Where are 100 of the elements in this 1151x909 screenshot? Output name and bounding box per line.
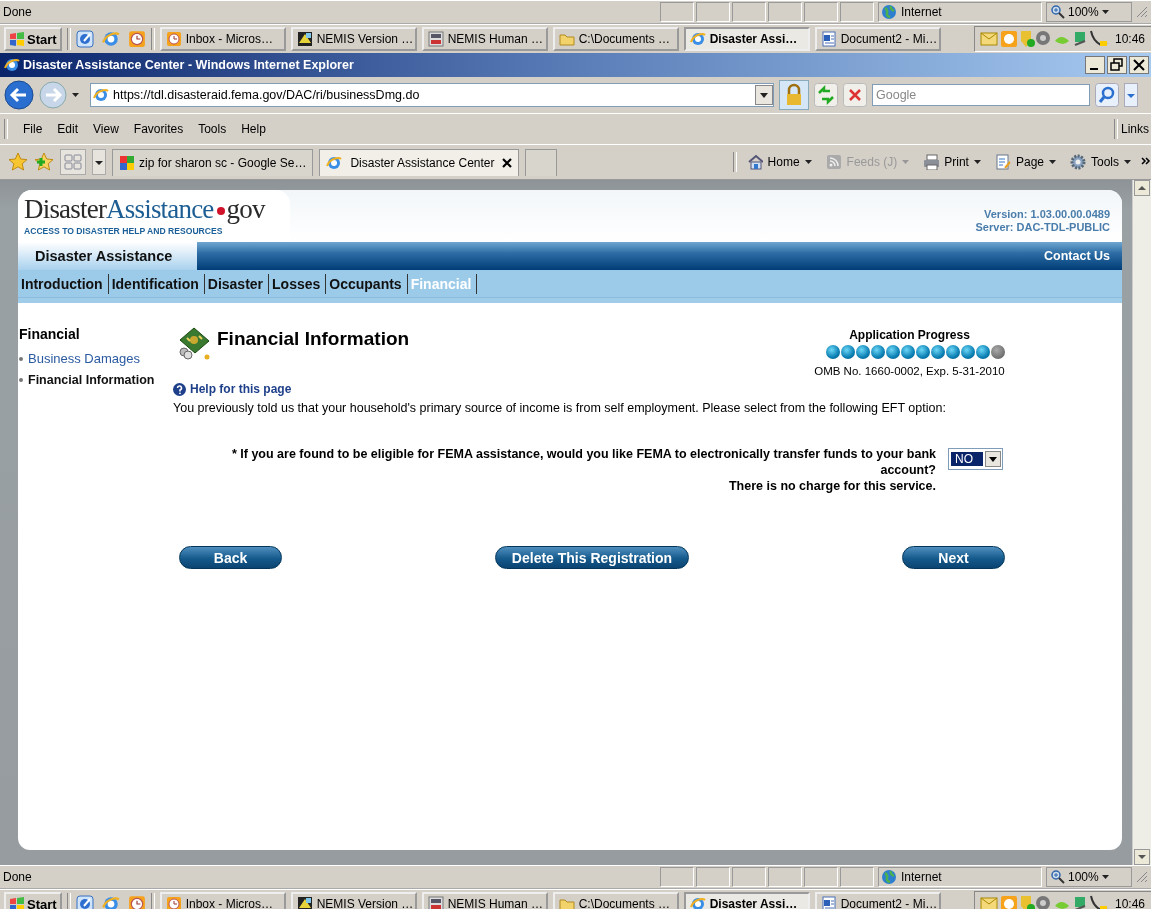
nav-tab[interactable]: Identification — [108, 273, 205, 294]
minimize-icon[interactable] — [1085, 56, 1105, 74]
taskbar-button[interactable]: Inbox - Micros… — [159, 27, 286, 51]
start-button[interactable]: Start — [4, 892, 62, 909]
browser-icon — [4, 57, 20, 73]
question-text: * If you are found to be eligible for FEMA assistance, would you like FEMA to electronically transfer funds to your bank account? — [230, 446, 936, 478]
caret-icon — [1124, 160, 1131, 164]
site-logo[interactable]: DisasterAssistance gov — [24, 193, 265, 225]
taskbar-button[interactable]: Disaster Assi… — [683, 892, 810, 909]
lock-icon[interactable] — [779, 80, 809, 110]
menu-item[interactable]: Tools — [198, 122, 227, 136]
form-button[interactable]: Back — [179, 546, 282, 569]
form-button[interactable]: Next — [902, 546, 1005, 569]
caret-icon — [72, 93, 79, 97]
taskbar-button[interactable]: NEMIS Human … — [421, 892, 548, 909]
menu-item[interactable]: View — [93, 122, 119, 136]
tab-list-icon[interactable] — [92, 149, 106, 175]
folder-icon — [558, 896, 575, 909]
toolbar-button[interactable]: Tools — [1066, 154, 1135, 170]
restore-icon[interactable] — [1107, 56, 1127, 74]
windows-flag-icon — [9, 896, 25, 909]
globe-icon — [881, 4, 897, 20]
zoom-icon — [1051, 870, 1065, 884]
edit-browser-icon[interactable] — [75, 895, 94, 909]
google-icon — [119, 154, 135, 171]
sidebar-heading: Financial — [19, 326, 81, 342]
contact-link[interactable]: Contact Us — [1044, 249, 1122, 263]
caret-icon[interactable] — [1124, 83, 1138, 107]
caret-icon — [902, 160, 910, 164]
taskbar-button[interactable]: NEMIS Version … — [290, 27, 417, 51]
help-link[interactable]: Help for this page — [190, 382, 292, 396]
answer-select[interactable]: NO — [948, 448, 1003, 470]
taskbar-button[interactable]: Document2 - Mi… — [814, 892, 941, 909]
nav-tab[interactable]: Occupants — [326, 273, 408, 294]
status-pane — [660, 2, 694, 22]
browser-tab[interactable]: Disaster Assistance Center — [319, 148, 520, 176]
clock-icon[interactable] — [127, 30, 146, 48]
chevron-icon[interactable] — [1141, 157, 1151, 167]
status-pane — [660, 867, 694, 887]
help-icon[interactable] — [173, 382, 186, 396]
sidebar-link[interactable]: Financial Information — [28, 373, 155, 387]
close-icon[interactable] — [1129, 56, 1149, 74]
scroll-down-icon[interactable] — [1134, 849, 1150, 865]
star-icon[interactable] — [8, 152, 28, 172]
address-field[interactable]: https://tdl.disasteraid.fema.gov/DAC/ri/businessDmg.do — [90, 83, 774, 107]
browser-icon[interactable] — [101, 30, 120, 48]
close-icon[interactable] — [502, 157, 513, 168]
menu-item[interactable]: Help — [241, 122, 266, 136]
menu-item[interactable]: Edit — [57, 122, 79, 136]
back-icon[interactable] — [4, 80, 34, 110]
scroll-up-icon[interactable] — [1134, 180, 1150, 196]
taskbar-button[interactable]: C:\Documents … — [552, 27, 679, 51]
windows-flag-icon — [9, 31, 25, 47]
toolbar-button[interactable]: Page — [990, 154, 1060, 170]
browser-icon[interactable] — [101, 895, 120, 909]
nav-tab[interactable]: Disaster — [204, 273, 270, 294]
taskbar-button[interactable]: NEMIS Human … — [421, 27, 548, 51]
toolbar-button[interactable]: Print — [919, 154, 985, 170]
diagram-icon — [296, 31, 313, 47]
nav-tab[interactable]: Introduction — [18, 273, 109, 294]
taskbar-button[interactable]: Document2 - Mi… — [814, 27, 941, 51]
resize-grip-icon — [1136, 6, 1148, 18]
refresh-icon[interactable] — [814, 83, 838, 107]
caret-icon — [1049, 160, 1056, 164]
stop-icon[interactable] — [843, 83, 867, 107]
intro-text: You previously told us that your household's primary source of income is from self employment. Please select from the following EFT option: — [173, 400, 947, 416]
edit-browser-icon[interactable] — [75, 30, 94, 48]
start-button[interactable]: Start — [4, 27, 62, 51]
menu-item[interactable]: File — [23, 122, 43, 136]
zone-label: Internet — [901, 870, 942, 884]
search-icon[interactable] — [1095, 83, 1119, 107]
toolbar-button[interactable]: Home — [742, 154, 816, 170]
scrollbar[interactable] — [1132, 180, 1151, 865]
taskbar-button[interactable]: Disaster Assi… — [683, 27, 810, 51]
links-button[interactable]: Links — [1121, 122, 1151, 136]
nav-tab[interactable]: Losses — [269, 273, 327, 294]
globe-icon — [881, 869, 897, 885]
document-icon — [820, 31, 837, 47]
taskbar-button[interactable]: Inbox - Micros… — [159, 892, 286, 909]
menu-item[interactable]: Favorites — [133, 122, 184, 136]
status-pane — [768, 867, 802, 887]
browser-icon — [93, 87, 109, 103]
badge-icon — [427, 896, 444, 909]
taskbar-button[interactable]: C:\Documents … — [552, 892, 679, 909]
bullet-icon — [19, 356, 23, 361]
clock-icon — [165, 896, 182, 909]
search-field[interactable]: Google — [872, 84, 1090, 106]
home-icon — [746, 154, 763, 170]
caret-icon — [1101, 875, 1109, 879]
form-button[interactable]: Delete This Registration — [494, 546, 690, 569]
browser-tab[interactable]: zip for sharon sc - Google Se… — [112, 148, 314, 176]
folder-icon — [558, 31, 575, 47]
taskbar-button[interactable]: NEMIS Version … — [290, 892, 417, 909]
page-icon — [994, 154, 1011, 170]
zoom-control[interactable]: 100% — [1046, 2, 1132, 22]
clock-icon[interactable] — [127, 895, 146, 909]
sidebar-link[interactable]: Business Damages — [28, 351, 140, 366]
zoom-control[interactable]: 100% — [1046, 867, 1132, 887]
clock-icon — [165, 31, 182, 47]
dropdown-icon[interactable] — [755, 85, 773, 105]
